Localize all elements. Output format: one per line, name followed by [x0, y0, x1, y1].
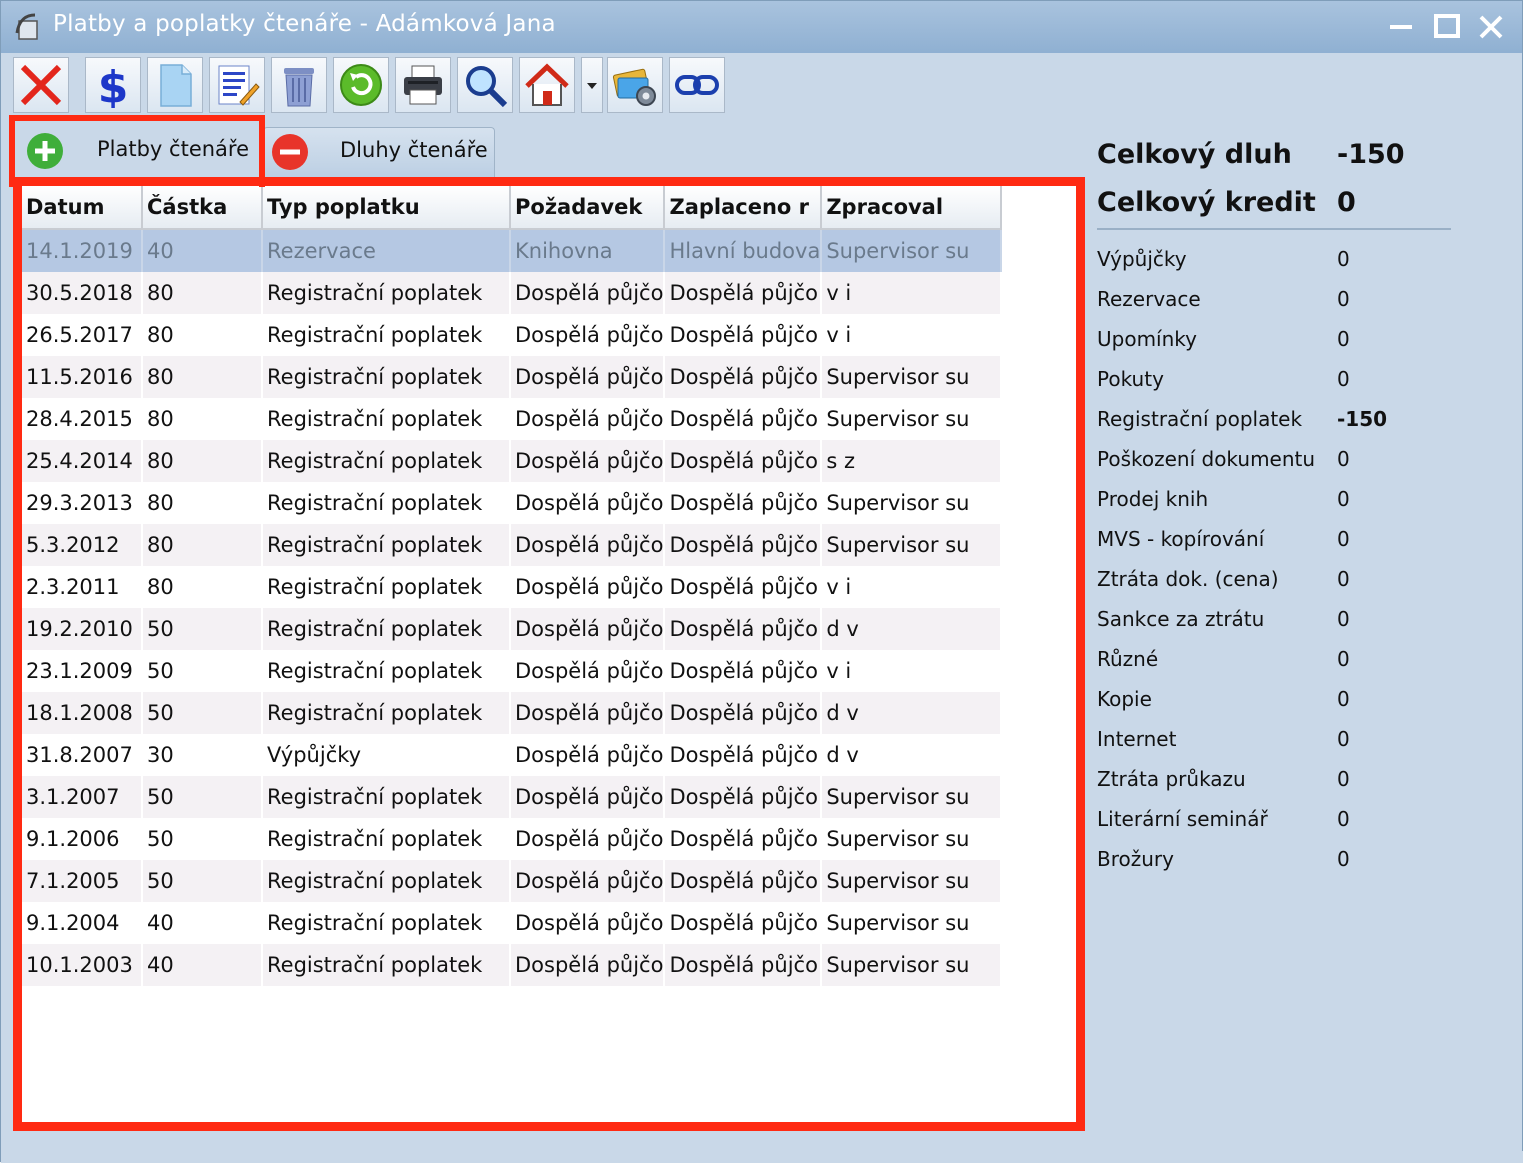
category-value: 0: [1337, 607, 1350, 631]
category-row: Ztráta průkazu 0: [1097, 767, 1497, 807]
new-document-button[interactable]: [147, 57, 203, 113]
close-icon[interactable]: [1473, 9, 1509, 45]
category-value: 0: [1337, 647, 1350, 671]
card-gear-icon: [612, 68, 656, 106]
category-row: Upomínky 0: [1097, 327, 1497, 367]
category-value: 0: [1337, 567, 1350, 591]
category-value: 0: [1337, 327, 1350, 351]
home-icon: [525, 63, 569, 106]
payment-button[interactable]: $: [85, 57, 141, 113]
category-row: Registrační poplatek -150: [1097, 407, 1497, 447]
category-label: Internet: [1097, 727, 1177, 751]
category-label: Výpůjčky: [1097, 247, 1187, 271]
total-debt-value: -150: [1337, 139, 1405, 170]
home-button[interactable]: [519, 57, 575, 113]
category-row: Kopie 0: [1097, 687, 1497, 727]
category-value: 0: [1337, 687, 1350, 711]
minus-circle-icon: [272, 134, 308, 170]
document-icon: [160, 64, 192, 107]
refresh-icon: [340, 64, 382, 106]
category-value: 0: [1337, 527, 1350, 551]
dollar-icon: $: [98, 62, 129, 108]
search-button[interactable]: [457, 57, 513, 113]
minimize-icon[interactable]: [1384, 9, 1420, 45]
category-value: 0: [1337, 447, 1350, 471]
edit-button[interactable]: [209, 57, 265, 113]
category-value: 0: [1337, 287, 1350, 311]
print-button[interactable]: [395, 57, 451, 113]
category-row: Prodej knih 0: [1097, 487, 1497, 527]
tab-label: Dluhy čtenáře: [340, 138, 488, 162]
refresh-button[interactable]: [333, 57, 389, 113]
total-credit-label: Celkový kredit: [1097, 187, 1316, 218]
category-value: -150: [1337, 407, 1388, 431]
category-row: Různé 0: [1097, 647, 1497, 687]
category-value: 0: [1337, 807, 1350, 831]
svg-text:$: $: [98, 62, 129, 108]
category-row: Ztráta dok. (cena) 0: [1097, 567, 1497, 607]
category-row: Poškození dokumentu 0: [1097, 447, 1497, 487]
category-row: Sankce za ztrátu 0: [1097, 607, 1497, 647]
category-label: Ztráta průkazu: [1097, 767, 1246, 791]
link-icon: [675, 75, 719, 95]
edit-icon: [218, 65, 260, 106]
category-row: MVS - kopírování 0: [1097, 527, 1497, 567]
link-button[interactable]: [669, 57, 725, 113]
category-label: Prodej knih: [1097, 487, 1209, 511]
category-label: Ztráta dok. (cena): [1097, 567, 1279, 591]
highlight-frame-grid: [13, 177, 1085, 1131]
category-label: Brožury: [1097, 847, 1174, 871]
printer-icon: [404, 65, 442, 105]
window-title: Platby a poplatky čtenáře - Adámková Jan…: [53, 11, 556, 37]
home-dropdown-button[interactable]: [581, 57, 603, 113]
category-value: 0: [1337, 727, 1350, 751]
trash-icon: [284, 68, 314, 107]
window-bottom-edge: [1, 1151, 1523, 1163]
category-label: Registrační poplatek: [1097, 407, 1303, 431]
category-row: Internet 0: [1097, 727, 1497, 767]
category-row: Rezervace 0: [1097, 287, 1497, 327]
category-label: Sankce za ztrátu: [1097, 607, 1265, 631]
category-row: Literární seminář 0: [1097, 807, 1497, 847]
card-settings-button[interactable]: [607, 57, 663, 113]
tab-dluhy-ctenare[interactable]: Dluhy čtenáře: [263, 127, 495, 183]
total-credit-value: 0: [1337, 187, 1356, 218]
red-x-icon: [20, 64, 62, 106]
trash-button[interactable]: [271, 57, 327, 113]
chevron-down-icon: [587, 83, 597, 89]
magnifier-icon: [466, 66, 508, 108]
divider: [1097, 228, 1451, 230]
delete-button[interactable]: [13, 57, 69, 113]
app-icon: [15, 13, 38, 40]
category-value: 0: [1337, 487, 1350, 511]
maximize-icon[interactable]: [1429, 9, 1465, 45]
category-row: Výpůjčky 0: [1097, 247, 1497, 287]
category-value: 0: [1337, 847, 1350, 871]
category-label: MVS - kopírování: [1097, 527, 1265, 551]
category-label: Různé: [1097, 647, 1159, 671]
category-value: 0: [1337, 767, 1350, 791]
category-label: Pokuty: [1097, 367, 1164, 391]
category-row: Brožury 0: [1097, 847, 1497, 887]
title-bar: Platby a poplatky čtenáře - Adámková Jan…: [1, 1, 1522, 53]
main-window: Platby a poplatky čtenáře - Adámková Jan…: [0, 0, 1523, 1163]
total-debt-label: Celkový dluh: [1097, 139, 1292, 170]
category-value: 0: [1337, 247, 1350, 271]
category-value: 0: [1337, 367, 1350, 391]
category-label: Rezervace: [1097, 287, 1201, 311]
category-label: Kopie: [1097, 687, 1152, 711]
category-label: Literární seminář: [1097, 807, 1268, 831]
category-label: Poškození dokumentu: [1097, 447, 1316, 471]
toolbar: $: [9, 53, 1514, 117]
category-row: Pokuty 0: [1097, 367, 1497, 407]
category-label: Upomínky: [1097, 327, 1197, 351]
